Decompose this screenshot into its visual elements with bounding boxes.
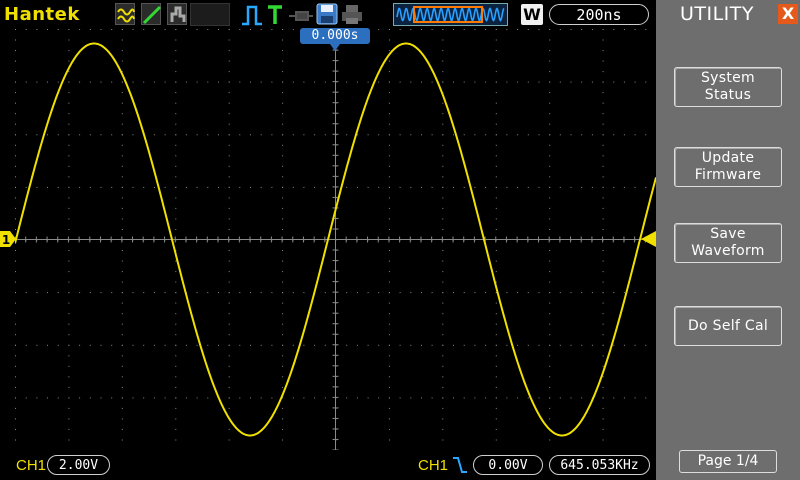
trigger-level-marker[interactable]	[641, 231, 656, 247]
timebase-mode-badge: W	[521, 4, 543, 25]
channel1-scale[interactable]: 2.00V	[47, 455, 110, 475]
toolbar-spacer	[190, 3, 230, 26]
update-firmware-button[interactable]: Update Firmware	[674, 147, 782, 187]
frequency-readout: 645.053KHz	[549, 455, 650, 475]
channel1-ground-marker[interactable]: 1	[0, 231, 16, 247]
menu-title: UTILITY	[679, 3, 755, 25]
system-status-button[interactable]: System Status	[674, 67, 782, 107]
trigger-position-readout[interactable]: 0.000s	[300, 28, 370, 44]
save-icon[interactable]	[316, 3, 338, 25]
waveform-display-icon[interactable]	[115, 3, 135, 25]
self-calibration-button[interactable]: Do Self Cal	[674, 306, 782, 346]
waveform-display[interactable]	[15, 29, 656, 450]
vector-mode-icon[interactable]	[141, 3, 162, 25]
probe-icon	[289, 11, 313, 21]
close-button[interactable]: X	[778, 4, 798, 24]
brand-logo: Hantek	[4, 4, 80, 25]
oscilloscope-graticule	[15, 29, 656, 450]
page-indicator-button[interactable]: Page 1/4	[679, 450, 777, 473]
save-waveform-button[interactable]: Save Waveform	[674, 223, 782, 263]
falling-edge-icon[interactable]	[452, 455, 468, 475]
overview-window-frame[interactable]	[413, 6, 483, 23]
svg-text:1: 1	[2, 233, 10, 247]
timebase-readout[interactable]: 200ns	[549, 4, 649, 25]
trigger-source-label[interactable]: CH1	[418, 457, 448, 474]
print-icon[interactable]	[341, 3, 363, 25]
channel1-label[interactable]: CH1	[16, 457, 46, 474]
trigger-position-pointer	[330, 44, 340, 51]
trigger-type-icon[interactable]	[241, 4, 263, 26]
persistence-icon[interactable]	[167, 3, 187, 25]
waveform-overview[interactable]	[393, 3, 508, 26]
trigger-status-icon	[268, 5, 282, 24]
trigger-level-readout[interactable]: 0.00V	[473, 455, 543, 475]
